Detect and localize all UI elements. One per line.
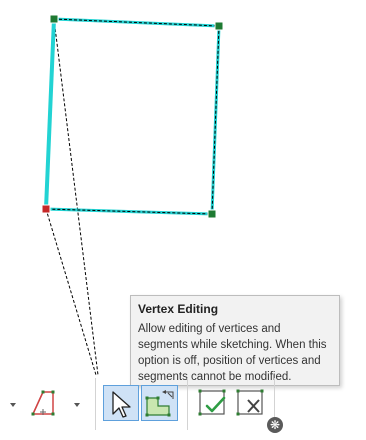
- toolbar-separator: [187, 378, 188, 430]
- tooltip-line: segments while sketching. When this: [138, 339, 327, 351]
- tooltip-body: Allow editing of vertices and segments w…: [138, 321, 332, 385]
- rubber-band-line: [45, 208, 97, 376]
- sketch-constraints-button[interactable]: [141, 385, 178, 421]
- tooltip-line: option is off, position of vertices and: [138, 355, 321, 367]
- toolbar-separator: [95, 378, 96, 430]
- tooltip-line: Allow editing of vertices and: [138, 323, 281, 335]
- map-canvas[interactable]: Vertex Editing Allow editing of vertices…: [0, 0, 366, 440]
- vertex-editing-tooltip: Vertex Editing Allow editing of vertices…: [130, 295, 340, 386]
- gear-icon[interactable]: ❋: [267, 417, 283, 433]
- chevron-down-icon: [10, 403, 16, 407]
- delete-sketch-button[interactable]: [234, 386, 268, 420]
- chevron-down-icon: [74, 403, 80, 407]
- finish-check-icon: [198, 389, 226, 416]
- active-vertex-handle[interactable]: [41, 204, 51, 214]
- sketch-toolbar: [0, 378, 366, 440]
- rubber-band-line: [53, 18, 99, 376]
- vertex-handle[interactable]: [214, 21, 224, 31]
- previous-dropdown-arrow[interactable]: [6, 398, 20, 412]
- trace-dropdown-arrow[interactable]: [70, 398, 84, 412]
- delete-x-icon: [236, 389, 264, 416]
- sketch-polygon[interactable]: [44, 17, 221, 216]
- polygon-constraint-icon: [145, 390, 174, 417]
- vertex-handle[interactable]: [207, 209, 217, 219]
- finish-sketch-button[interactable]: [196, 386, 230, 420]
- vertex-editing-icon: [112, 391, 131, 418]
- vertex-editing-button[interactable]: [103, 385, 139, 421]
- vertex-handle[interactable]: [49, 14, 59, 24]
- trace-polygon-icon: [31, 390, 55, 416]
- trace-tool-button[interactable]: [29, 386, 65, 420]
- tooltip-title: Vertex Editing: [138, 302, 219, 316]
